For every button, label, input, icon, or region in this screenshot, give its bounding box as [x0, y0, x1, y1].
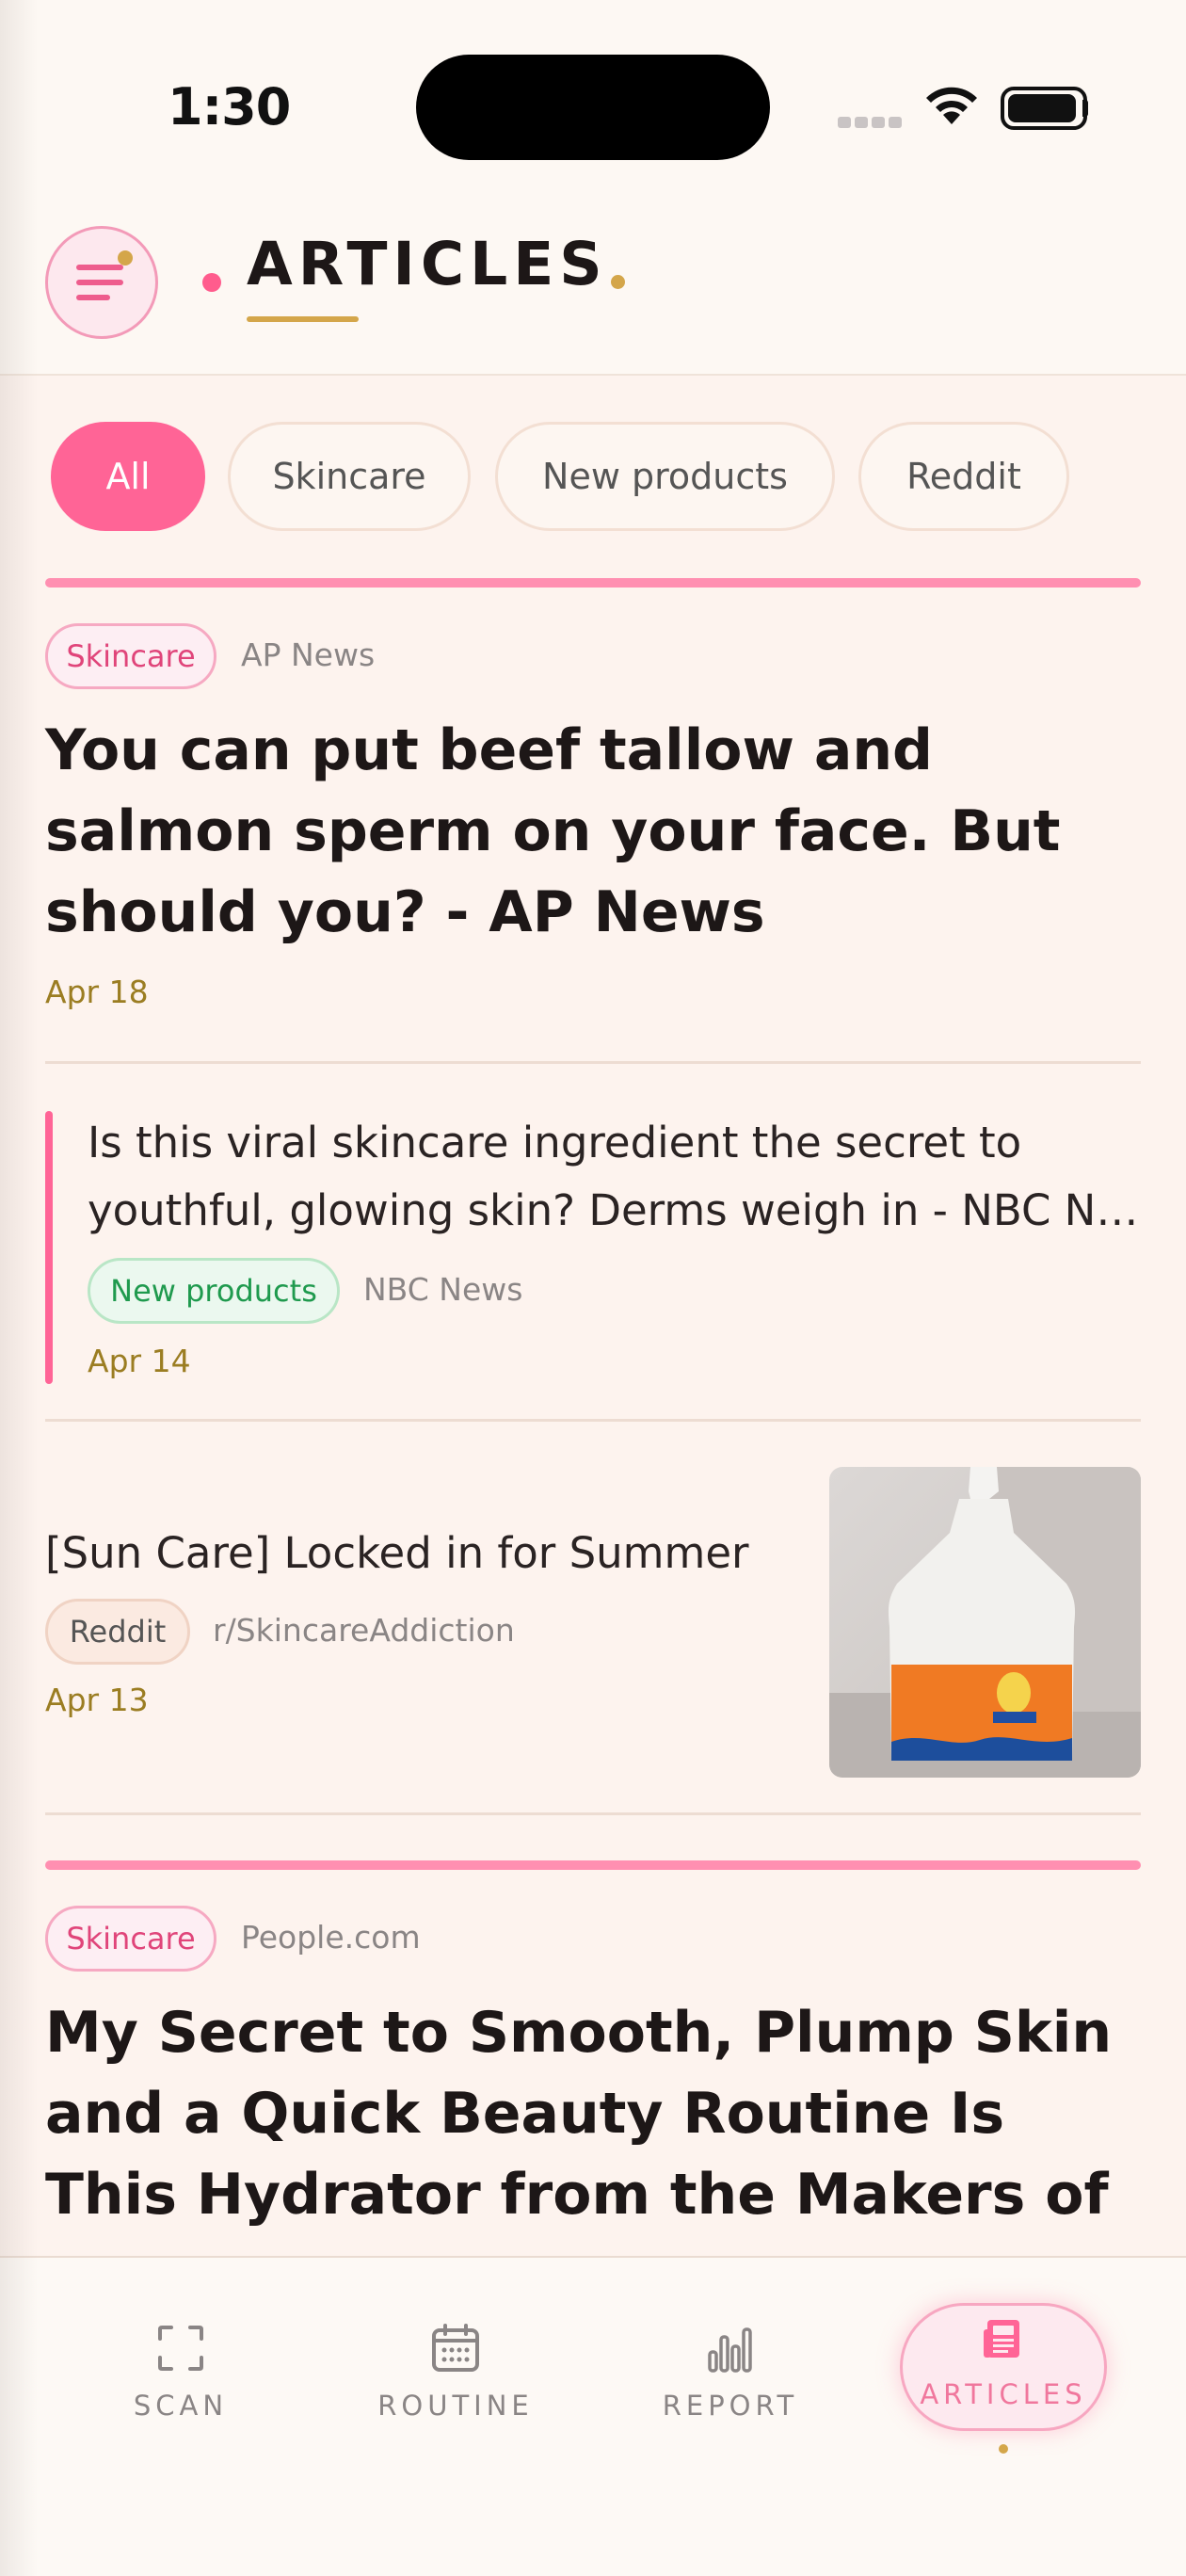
header-divider [0, 374, 1186, 376]
notification-dot [118, 250, 133, 266]
page-title: ARTICLES [247, 230, 608, 298]
category-tag: New products [88, 1258, 340, 1324]
dynamic-island [416, 55, 770, 160]
featured-accent-bar [45, 578, 1141, 588]
quote-accent-bar [45, 1111, 53, 1384]
signal-dot-icon [872, 117, 885, 128]
article-source: r/SkincareAddiction [213, 1612, 515, 1649]
menu-icon-bar [76, 280, 123, 285]
nav-articles-label[interactable]: ARTICLES [900, 2378, 1107, 2410]
decor-dot-gold [611, 275, 625, 289]
article-source: NBC News [363, 1271, 523, 1308]
category-tag: Skincare [45, 623, 216, 689]
nav-scan-label[interactable]: SCAN [105, 2390, 256, 2422]
signal-dot-icon [838, 117, 851, 128]
edge-shadow [0, 0, 38, 2576]
nav-active-indicator [999, 2444, 1008, 2454]
signal-dot-icon [855, 117, 868, 128]
article-date: Apr 14 [88, 1343, 191, 1379]
category-tag: Reddit [45, 1599, 190, 1665]
filter-chip-new-products[interactable]: New products [495, 422, 835, 531]
menu-icon [76, 265, 123, 270]
menu-button[interactable] [45, 226, 158, 339]
status-time: 1:30 [168, 77, 291, 137]
category-tag: Skincare [45, 1906, 216, 1972]
article-source: People.com [241, 1919, 421, 1956]
filter-chip-all[interactable]: All [51, 422, 205, 531]
sunscreen-bottle-image [829, 1467, 1141, 1778]
title-underline [247, 316, 359, 322]
list-divider [45, 1812, 1141, 1815]
article-date: Apr 13 [45, 1682, 149, 1718]
newspaper-icon[interactable] [980, 2316, 1025, 2361]
nav-routine-label[interactable]: ROUTINE [361, 2390, 550, 2422]
article-title[interactable]: My Secret to Smooth, Plump Skin and a Qu… [45, 1992, 1141, 2235]
list-divider [45, 1061, 1141, 1064]
article-thumbnail[interactable] [829, 1467, 1141, 1778]
article-title[interactable]: You can put beef tallow and salmon sperm… [45, 710, 1141, 953]
battery-level [1008, 94, 1076, 122]
menu-icon-bar [76, 295, 110, 300]
calendar-icon[interactable] [429, 2322, 482, 2375]
nav-report-label[interactable]: REPORT [636, 2390, 825, 2422]
filter-chip-reddit[interactable]: Reddit [858, 422, 1069, 531]
signal-dot-icon [889, 117, 902, 128]
list-divider [45, 1419, 1141, 1422]
scan-icon[interactable] [154, 2322, 207, 2375]
bar-chart-icon[interactable] [704, 2322, 757, 2375]
battery-nub [1082, 100, 1088, 117]
decor-dot-pink [202, 273, 221, 292]
article-source: AP News [241, 636, 376, 673]
featured-accent-bar [45, 1860, 1141, 1870]
filter-chip-skincare[interactable]: Skincare [228, 422, 471, 531]
article-date: Apr 18 [45, 974, 149, 1010]
article-title[interactable]: Is this viral skincare ingredient the se… [88, 1109, 1141, 1177]
bottom-nav-divider [0, 2256, 1186, 2258]
article-title-line2[interactable]: youthful, glowing skin? Derms weigh in -… [88, 1177, 1141, 1245]
article-title[interactable]: [Sun Care] Locked in for Summer [45, 1520, 798, 1587]
wifi-icon [926, 87, 977, 124]
